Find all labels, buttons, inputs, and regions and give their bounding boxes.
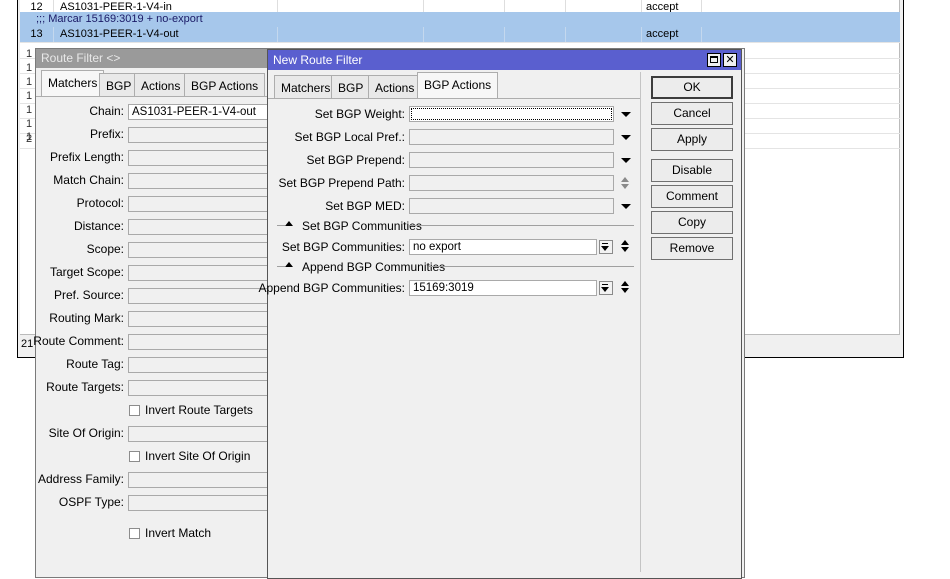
apply-button[interactable]: Apply bbox=[651, 128, 733, 151]
set-bgp-med-label: Set BGP MED: bbox=[325, 199, 405, 213]
table-cell bbox=[424, 27, 505, 42]
combo-dropdown-icon[interactable] bbox=[599, 240, 613, 254]
combo-dropdown-icon[interactable] bbox=[599, 281, 613, 295]
tab-actions[interactable]: Actions bbox=[368, 75, 422, 99]
invert-route-targets-checkbox[interactable] bbox=[129, 405, 140, 416]
prefix-label: Prefix: bbox=[89, 127, 124, 141]
rule-action: accept bbox=[642, 27, 702, 42]
distance-label: Distance: bbox=[73, 219, 124, 233]
tab-matchers[interactable]: Matchers bbox=[41, 70, 105, 97]
table-row-selected[interactable]: 13 AS1031-PEER-1-V4-out accept bbox=[20, 27, 900, 43]
append-bgp-communities-section[interactable]: Append BGP Communities bbox=[302, 260, 445, 274]
routing-mark-field[interactable] bbox=[128, 311, 270, 327]
dropdown-arrow-icon[interactable] bbox=[621, 204, 631, 209]
remove-button[interactable]: Remove bbox=[651, 237, 733, 260]
new-route-filter-title[interactable]: New Route Filter bbox=[268, 50, 741, 70]
route-tag-label: Route Tag: bbox=[66, 357, 124, 371]
append-bgp-communities-field[interactable]: 15169:3019 bbox=[409, 280, 597, 296]
up-down-arrows-icon[interactable] bbox=[621, 177, 630, 190]
section-divider bbox=[277, 225, 285, 226]
match-chain-label: Match Chain: bbox=[53, 173, 124, 187]
route-comment-field[interactable] bbox=[128, 334, 270, 350]
route-targets-label: Route Targets: bbox=[46, 380, 124, 394]
tab-bgp[interactable]: BGP bbox=[99, 73, 139, 97]
invert-route-targets-label: Invert Route Targets bbox=[145, 403, 253, 417]
tab-divider bbox=[268, 98, 640, 99]
maximize-icon bbox=[710, 56, 718, 63]
chain-label: Chain: bbox=[89, 104, 124, 118]
route-filter-title[interactable]: Route Filter <> bbox=[36, 49, 268, 68]
address-family-field[interactable] bbox=[128, 472, 270, 488]
site-of-origin-label: Site Of Origin: bbox=[48, 426, 124, 440]
table-cell bbox=[279, 27, 424, 42]
dropdown-arrow-icon[interactable] bbox=[621, 112, 631, 117]
set-bgp-prepend-field[interactable] bbox=[409, 152, 614, 168]
up-down-arrows-icon[interactable] bbox=[621, 281, 630, 294]
up-down-arrows-icon[interactable] bbox=[621, 240, 630, 253]
dropdown-arrow-icon[interactable] bbox=[621, 135, 631, 140]
set-bgp-local-pref-field[interactable] bbox=[409, 129, 614, 145]
invert-site-of-origin-label: Invert Site Of Origin bbox=[145, 449, 251, 463]
invert-match-label: Invert Match bbox=[145, 526, 212, 540]
append-bgp-communities-label: Append BGP Communities: bbox=[258, 281, 405, 295]
routing-mark-label: Routing Mark: bbox=[49, 311, 124, 325]
section-divider bbox=[277, 266, 285, 267]
ospf-type-field[interactable] bbox=[128, 495, 270, 511]
scope-label: Scope: bbox=[86, 242, 124, 256]
panel-divider bbox=[640, 72, 641, 572]
disable-button[interactable]: Disable bbox=[651, 159, 733, 182]
set-bgp-prepend-path-field[interactable] bbox=[409, 175, 614, 191]
route-targets-field[interactable] bbox=[128, 380, 270, 396]
tab-actions[interactable]: Actions bbox=[134, 73, 188, 97]
set-bgp-weight-label: Set BGP Weight: bbox=[314, 107, 405, 121]
section-divider bbox=[409, 225, 634, 226]
invert-match-checkbox[interactable] bbox=[129, 528, 140, 539]
distance-field[interactable] bbox=[128, 219, 270, 235]
set-bgp-communities-label: Set BGP Communities: bbox=[281, 240, 405, 254]
table-cell bbox=[566, 27, 642, 42]
rule-chain: AS1031-PEER-1-V4-out bbox=[54, 27, 278, 42]
invert-site-of-origin-checkbox[interactable] bbox=[129, 451, 140, 462]
set-bgp-med-field[interactable] bbox=[409, 198, 614, 214]
tab-divider bbox=[36, 96, 268, 97]
maximize-button[interactable] bbox=[707, 53, 721, 67]
comment-button[interactable]: Comment bbox=[651, 185, 733, 208]
set-bgp-local-pref-label: Set BGP Local Pref.: bbox=[294, 130, 405, 144]
ok-button[interactable]: OK bbox=[651, 76, 733, 99]
site-of-origin-field[interactable] bbox=[128, 426, 270, 442]
section-divider bbox=[429, 266, 634, 267]
prefix-length-label: Prefix Length: bbox=[49, 150, 124, 164]
collapse-triangle-icon[interactable] bbox=[285, 221, 293, 226]
dropdown-arrow-icon[interactable] bbox=[621, 158, 631, 163]
collapse-triangle-icon[interactable] bbox=[285, 262, 293, 267]
set-bgp-communities-field[interactable]: no export bbox=[409, 239, 597, 255]
set-bgp-prepend-path-label: Set BGP Prepend Path: bbox=[278, 176, 405, 190]
address-family-label: Address Family: bbox=[37, 472, 124, 486]
close-icon: ✕ bbox=[725, 54, 735, 66]
copy-button[interactable]: Copy bbox=[651, 211, 733, 234]
tab-matchers[interactable]: Matchers bbox=[274, 75, 338, 99]
set-bgp-communities-section[interactable]: Set BGP Communities bbox=[302, 219, 422, 233]
tab-bgp-actions[interactable]: BGP Actions bbox=[184, 73, 266, 97]
target-scope-field[interactable] bbox=[128, 265, 270, 281]
protocol-label: Protocol: bbox=[76, 196, 124, 210]
rule-number: 13 bbox=[20, 27, 54, 42]
rule-comment: ;;; Marcar 15169:3019 + no-export bbox=[36, 13, 203, 25]
route-comment-label: Route Comment: bbox=[33, 334, 124, 348]
route-tag-field[interactable] bbox=[128, 357, 270, 373]
close-button[interactable]: ✕ bbox=[723, 53, 737, 67]
ospf-type-label: OSPF Type: bbox=[58, 495, 124, 509]
tab-bgp-actions[interactable]: BGP Actions bbox=[417, 72, 499, 99]
pref-source-label: Pref. Source: bbox=[53, 288, 124, 302]
cancel-button[interactable]: Cancel bbox=[651, 102, 733, 125]
table-cell bbox=[505, 27, 566, 42]
target-scope-label: Target Scope: bbox=[49, 265, 124, 279]
set-bgp-prepend-label: Set BGP Prepend: bbox=[306, 153, 405, 167]
set-bgp-weight-field[interactable] bbox=[409, 106, 614, 122]
tab-bgp[interactable]: BGP bbox=[331, 75, 371, 99]
table-row-comment[interactable]: ;;; Marcar 15169:3019 + no-export bbox=[20, 12, 900, 28]
